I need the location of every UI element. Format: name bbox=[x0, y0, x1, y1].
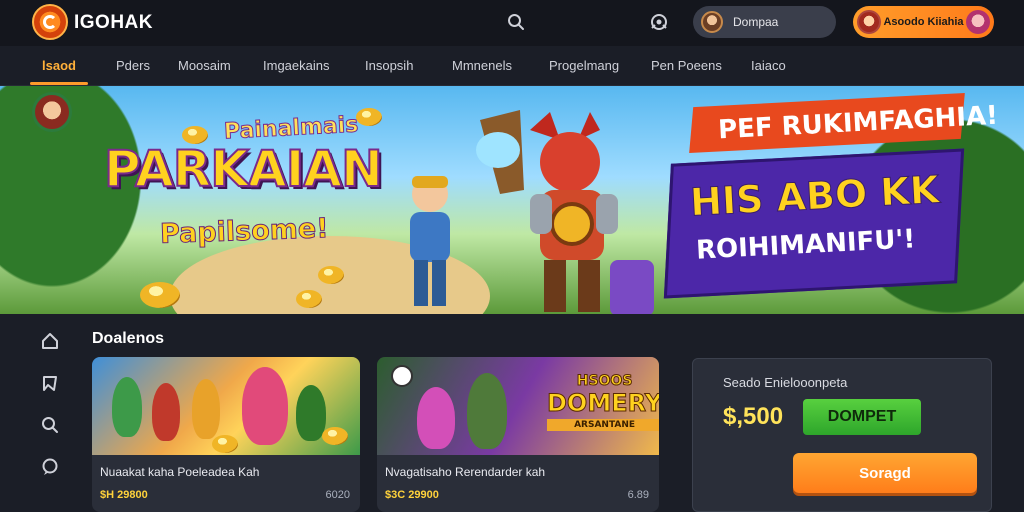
nav-item-3[interactable]: Moosaim bbox=[178, 58, 231, 73]
gamepad-icon[interactable] bbox=[645, 8, 673, 36]
game-meta: 6020 bbox=[325, 489, 350, 501]
promo-label: Asoodo Kiiahia bbox=[883, 16, 964, 28]
coin-icon bbox=[318, 266, 344, 284]
chat-icon[interactable] bbox=[36, 453, 64, 481]
avatar[interactable] bbox=[32, 92, 72, 132]
nav-item-5[interactable]: Insopsih bbox=[365, 58, 413, 73]
nav-item-2[interactable]: Pders bbox=[116, 58, 150, 73]
game-meta: 6.89 bbox=[627, 489, 649, 501]
hero-warrior-character bbox=[476, 110, 654, 314]
game-card[interactable]: HSOOS DOMERY ARSANTANE Nvagatisaho Reren… bbox=[377, 357, 659, 512]
nav-item-4[interactable]: Imgaekains bbox=[263, 58, 329, 73]
wallet-panel: Seado Enielooonpeta $,500 DOMPET Soragd bbox=[692, 358, 992, 512]
user-account-button[interactable]: Dompaa bbox=[693, 6, 836, 38]
main-nav: lsaod Pders Moosaim Imgaekains Insopsih … bbox=[0, 46, 1024, 86]
logo-icon[interactable] bbox=[32, 4, 68, 40]
hero-subtitle: Papilsome! bbox=[159, 213, 329, 251]
avatar bbox=[857, 10, 881, 34]
brand-name[interactable]: IGOHAK bbox=[74, 12, 153, 34]
promo-button[interactable]: Asoodo Kiiahia bbox=[853, 6, 994, 38]
coin-icon bbox=[140, 282, 180, 308]
coin-icon bbox=[296, 290, 322, 308]
tree-decoration bbox=[0, 86, 190, 314]
home-icon[interactable] bbox=[36, 327, 64, 355]
deposit-tag-button[interactable]: DOMPET bbox=[803, 399, 921, 435]
avatar bbox=[701, 11, 723, 33]
top-bar: IGOHAK Dompaa Asoodo Kiiahia bbox=[0, 0, 1024, 46]
nav-item-6[interactable]: Mmnenels bbox=[452, 58, 512, 73]
avatar bbox=[966, 10, 990, 34]
nav-item-home[interactable]: lsaod bbox=[42, 58, 76, 73]
game-thumbnail bbox=[92, 357, 360, 455]
hero-title: PARKAIAN bbox=[103, 139, 384, 199]
cta-button[interactable]: Soragd bbox=[793, 453, 977, 493]
nav-item-8[interactable]: Pen Poeens bbox=[651, 58, 722, 73]
active-tab-indicator bbox=[30, 82, 88, 85]
user-label: Dompaa bbox=[733, 15, 779, 29]
nav-item-7[interactable]: Progelmang bbox=[549, 58, 619, 73]
game-card[interactable]: Nuaakat kaha Poeleadea Kah $H 29800 6020 bbox=[92, 357, 360, 512]
wallet-amount: $,500 bbox=[723, 403, 784, 430]
coin-icon bbox=[356, 108, 382, 126]
cards-icon[interactable] bbox=[36, 369, 64, 397]
game-price: $H 29800 bbox=[100, 489, 148, 501]
nav-item-9[interactable]: Iaiaco bbox=[751, 58, 786, 73]
hero-banner[interactable]: Painalmais PARKAIAN Papilsome! PEF RUKIM… bbox=[0, 86, 1024, 314]
game-thumbnail-label: HSOOS DOMERY ARSANTANE bbox=[546, 373, 659, 431]
wallet-title: Seado Enielooonpeta bbox=[723, 375, 848, 390]
search-icon[interactable] bbox=[36, 411, 64, 439]
game-title: Nuaakat kaha Poeleadea Kah bbox=[100, 465, 260, 479]
section-title: Doalenos bbox=[92, 330, 165, 347]
game-thumbnail: HSOOS DOMERY ARSANTANE bbox=[377, 357, 659, 455]
game-title: Nvagatisaho Rerendarder kah bbox=[385, 465, 546, 479]
search-icon[interactable] bbox=[502, 8, 530, 36]
badge-icon bbox=[391, 365, 413, 387]
game-price: $3C 29900 bbox=[385, 489, 439, 501]
